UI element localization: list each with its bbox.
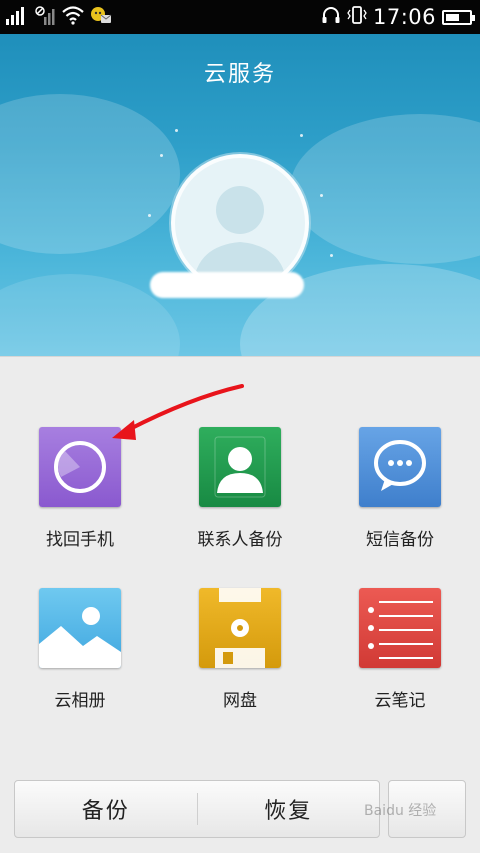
find-phone-icon bbox=[39, 427, 121, 507]
message-icon bbox=[359, 427, 441, 507]
tile-label: 找回手机 bbox=[46, 530, 114, 550]
notes-icon bbox=[359, 588, 441, 668]
tile-label: 网盘 bbox=[223, 691, 257, 711]
vibrate-icon bbox=[347, 5, 367, 29]
service-grid: 找回手机 联系人备份 短信备份 云相册 网盘 云笔记 bbox=[0, 356, 480, 756]
user-silhouette-icon bbox=[193, 186, 287, 288]
username-redacted bbox=[150, 272, 304, 298]
sparkle bbox=[148, 214, 151, 217]
headphones-icon bbox=[321, 5, 341, 29]
battery-icon bbox=[442, 9, 475, 25]
tile-contacts-backup[interactable]: 联系人备份 bbox=[160, 427, 320, 577]
status-bar: 17:06 bbox=[0, 0, 480, 34]
contacts-icon bbox=[199, 427, 281, 507]
no-data-icon bbox=[34, 5, 56, 29]
watermark: Baidu 经验 bbox=[364, 803, 437, 819]
tile-cloud-album[interactable]: 云相册 bbox=[0, 588, 160, 738]
tile-sms-backup[interactable]: 短信备份 bbox=[320, 427, 480, 577]
sparkle bbox=[330, 254, 333, 257]
signal-icon bbox=[6, 5, 28, 29]
restore-button[interactable]: 恢复 bbox=[198, 781, 380, 837]
tile-find-phone[interactable]: 找回手机 bbox=[0, 427, 160, 577]
sparkle bbox=[320, 194, 323, 197]
status-time: 17:06 bbox=[372, 5, 436, 29]
backup-restore-group: 备份 恢复 bbox=[14, 780, 380, 838]
backup-button[interactable]: 备份 bbox=[15, 781, 197, 837]
tile-cloud-notes[interactable]: 云笔记 bbox=[320, 588, 480, 738]
tile-netdisk[interactable]: 网盘 bbox=[160, 588, 320, 738]
account-header: 云服务 bbox=[0, 34, 480, 356]
disk-icon bbox=[199, 588, 281, 668]
tile-label: 云相册 bbox=[54, 691, 106, 711]
cloud-decoration bbox=[0, 94, 180, 254]
sparkle bbox=[300, 134, 303, 137]
status-left-icons bbox=[6, 4, 112, 30]
tile-label: 联系人备份 bbox=[197, 530, 283, 550]
photo-icon bbox=[39, 588, 121, 668]
cloud-decoration bbox=[290, 114, 480, 264]
tile-label: 短信备份 bbox=[366, 530, 434, 550]
sparkle bbox=[175, 129, 178, 132]
battery-level bbox=[446, 13, 459, 21]
tile-label: 云笔记 bbox=[374, 691, 426, 711]
notification-icon bbox=[90, 5, 112, 29]
sparkle bbox=[160, 154, 163, 157]
page-title: 云服务 bbox=[203, 62, 276, 87]
status-right-icons: 17:06 bbox=[321, 4, 475, 30]
wifi-icon bbox=[62, 5, 84, 29]
